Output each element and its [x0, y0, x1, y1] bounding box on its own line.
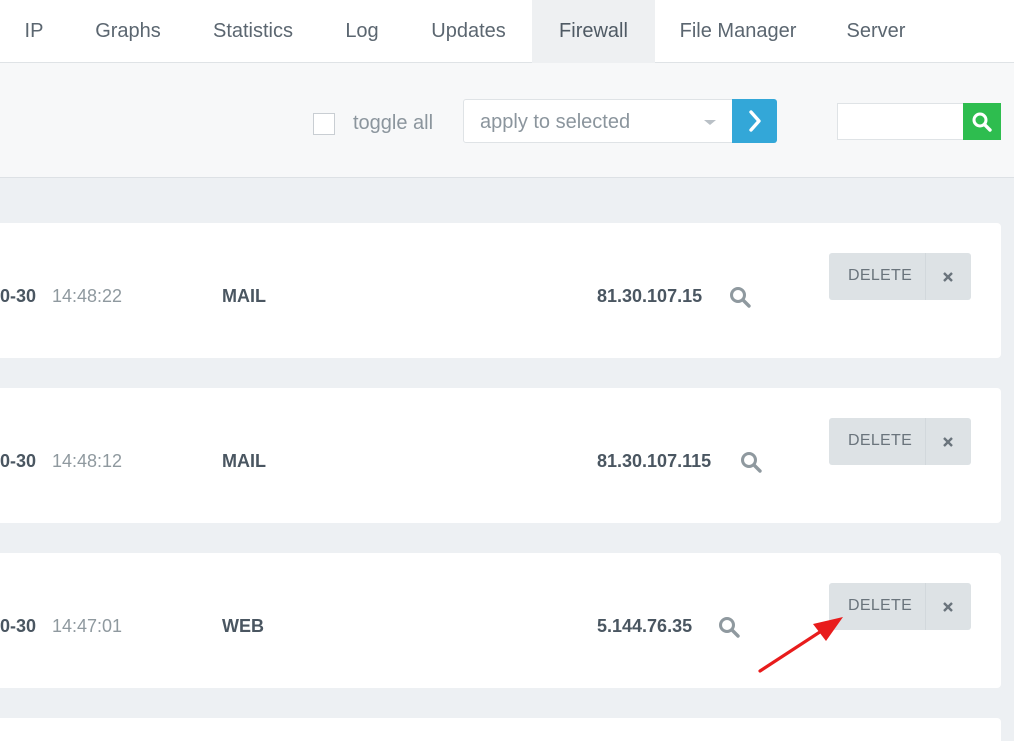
list-item[interactable]: 0-30 14:48:22 MAIL 81.30.107.15 DELETE: [0, 223, 1001, 358]
row-ip-address: 5.144.76.35: [597, 616, 693, 636]
top-navigation: IP Graphs Statistics Log Updates Firewal…: [0, 0, 1014, 63]
delete-label: DELETE: [848, 432, 913, 449]
search-input[interactable]: [837, 103, 965, 140]
row-time: 14:47:01: [52, 616, 123, 636]
list-item[interactable]: 0-30 14:47:01 WEB 5.144.76.35 DELETE: [0, 553, 1001, 688]
caret-down-icon: [704, 120, 716, 125]
ip-lookup-search-icon[interactable]: [728, 285, 752, 309]
delete-label: DELETE: [848, 597, 913, 614]
ip-lookup-search-icon[interactable]: [739, 450, 763, 474]
row-time: 14:48:22: [52, 286, 123, 306]
delete-label: DELETE: [848, 267, 913, 284]
row-time: 14:48:12: [52, 451, 123, 471]
tab-ip[interactable]: IP: [12, 0, 56, 63]
apply-action-button[interactable]: [732, 99, 777, 143]
tab-firewall[interactable]: Firewall: [532, 0, 655, 63]
delete-button[interactable]: DELETE: [829, 583, 971, 630]
tab-updates[interactable]: Updates: [420, 0, 517, 63]
toggle-all-checkbox[interactable]: [313, 113, 335, 135]
delete-button[interactable]: DELETE: [829, 253, 971, 300]
chevron-right-icon: [748, 110, 761, 132]
row-ip-address: 81.30.107.115: [597, 451, 712, 471]
tab-graphs[interactable]: Graphs: [84, 0, 172, 63]
row-date: 0-30: [0, 286, 37, 306]
search-icon: [972, 112, 992, 132]
ip-lookup-search-icon[interactable]: [717, 615, 741, 639]
close-icon: [925, 253, 971, 300]
toggle-all-label[interactable]: toggle all: [353, 112, 433, 135]
close-icon: [925, 418, 971, 465]
tab-log[interactable]: Log: [332, 0, 392, 63]
list-item[interactable]: 0-30 14:48:12 MAIL 81.30.107.115 DELETE: [0, 388, 1001, 523]
close-icon: [925, 583, 971, 630]
list-item[interactable]: [0, 718, 1001, 741]
tab-server[interactable]: Server: [835, 0, 917, 63]
bulk-action-select[interactable]: apply to selected: [463, 99, 733, 143]
row-service-type: MAIL: [222, 451, 266, 471]
delete-button[interactable]: DELETE: [829, 418, 971, 465]
row-ip-address: 81.30.107.15: [597, 286, 703, 306]
row-date: 0-30: [0, 616, 37, 636]
row-date: 0-30: [0, 451, 37, 471]
search-button[interactable]: [963, 103, 1001, 140]
tab-file-manager[interactable]: File Manager: [669, 0, 807, 63]
tab-statistics[interactable]: Statistics: [200, 0, 306, 63]
row-service-type: WEB: [222, 616, 264, 636]
list-toolbar: toggle all apply to selected: [0, 63, 1014, 178]
row-service-type: MAIL: [222, 286, 266, 306]
bulk-action-value: apply to selected: [480, 111, 631, 133]
